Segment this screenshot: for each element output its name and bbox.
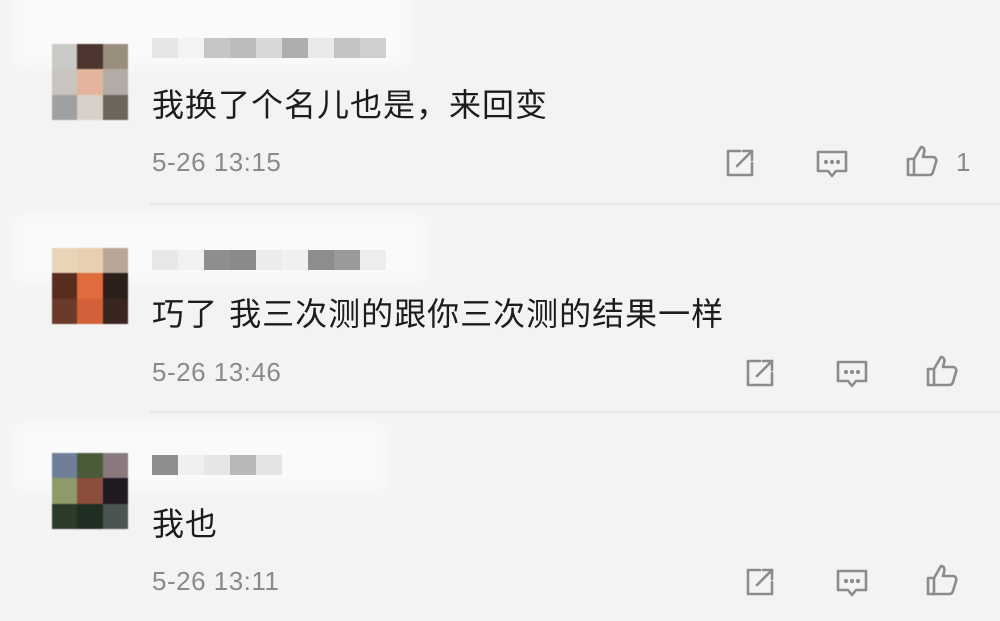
username-pixel	[334, 250, 360, 270]
avatar-pixel	[77, 478, 103, 504]
thumbs-up-icon[interactable]	[922, 351, 962, 391]
avatar-pixel	[77, 453, 103, 479]
avatar[interactable]	[52, 453, 128, 529]
share-icon[interactable]	[740, 353, 780, 393]
avatar-pixel	[52, 478, 78, 504]
username-pixel	[256, 455, 282, 475]
comment-timestamp: 5-26 13:11	[152, 566, 280, 596]
comment-text: 巧了 我三次测的跟你三次测的结果一样	[152, 295, 725, 333]
avatar-pixel	[102, 298, 128, 324]
comment-icon[interactable]	[832, 353, 872, 393]
username-mosaic[interactable]	[152, 455, 282, 475]
share-icon[interactable]	[740, 562, 780, 602]
avatar-pixel	[102, 273, 128, 299]
avatar-pixel	[52, 273, 78, 299]
username-pixel	[152, 455, 178, 475]
avatar-pixel	[77, 503, 103, 529]
like-count: 1	[956, 147, 971, 177]
avatar-pixel	[52, 69, 78, 95]
avatar[interactable]	[52, 248, 128, 324]
username-pixel	[152, 38, 178, 58]
avatar-pixel	[102, 503, 128, 529]
username-pixel	[256, 250, 282, 270]
avatar-pixel	[77, 44, 103, 70]
avatar-pixel	[52, 503, 78, 529]
username-mosaic[interactable]	[152, 250, 386, 270]
username-pixel	[178, 455, 204, 475]
username-pixel	[230, 38, 256, 58]
share-icon[interactable]	[720, 143, 760, 183]
username-pixel	[334, 38, 360, 58]
thumbs-up-icon[interactable]	[902, 141, 942, 181]
username-pixel	[178, 250, 204, 270]
avatar-pixel	[102, 94, 128, 120]
avatar-pixel	[77, 94, 103, 120]
avatar-pixel	[77, 69, 103, 95]
avatar-pixel	[102, 453, 128, 479]
username-pixel	[230, 455, 256, 475]
avatar-pixel	[77, 248, 103, 274]
username-pixel	[204, 455, 230, 475]
username-pixel	[308, 38, 334, 58]
comment-item-1: 我换了个名儿也是，来回变 5-26 13:15 1	[0, 0, 1000, 205]
comment-icon[interactable]	[812, 143, 852, 183]
avatar-pixel	[52, 44, 78, 70]
username-pixel	[282, 250, 308, 270]
username-pixel	[204, 38, 230, 58]
avatar-pixel	[102, 44, 128, 70]
username-pixel	[360, 38, 386, 58]
avatar[interactable]	[52, 44, 128, 120]
avatar-pixel	[52, 298, 78, 324]
avatar-pixel	[77, 273, 103, 299]
avatar-pixel	[77, 298, 103, 324]
avatar-pixel	[52, 453, 78, 479]
username-pixel	[204, 250, 230, 270]
username-pixel	[152, 250, 178, 270]
avatar-pixel	[102, 478, 128, 504]
comment-item-2: 巧了 我三次测的跟你三次测的结果一样 5-26 13:46	[0, 205, 1000, 413]
comment-item-3: 我也 5-26 13:11	[0, 413, 1000, 621]
username-pixel	[308, 250, 334, 270]
comment-timestamp: 5-26 13:46	[152, 357, 282, 387]
username-mosaic[interactable]	[152, 38, 386, 58]
username-pixel	[178, 38, 204, 58]
username-pixel	[230, 250, 256, 270]
username-pixel	[360, 250, 386, 270]
username-pixel	[282, 38, 308, 58]
avatar-pixel	[102, 248, 128, 274]
comment-timestamp: 5-26 13:15	[152, 147, 282, 177]
thumbs-up-icon[interactable]	[922, 560, 962, 600]
comment-text: 我换了个名儿也是，来回变	[152, 86, 549, 124]
comment-text: 我也	[152, 505, 219, 543]
comment-icon[interactable]	[832, 562, 872, 602]
avatar-pixel	[52, 94, 78, 120]
avatar-pixel	[102, 69, 128, 95]
avatar-pixel	[52, 248, 78, 274]
username-pixel	[256, 38, 282, 58]
